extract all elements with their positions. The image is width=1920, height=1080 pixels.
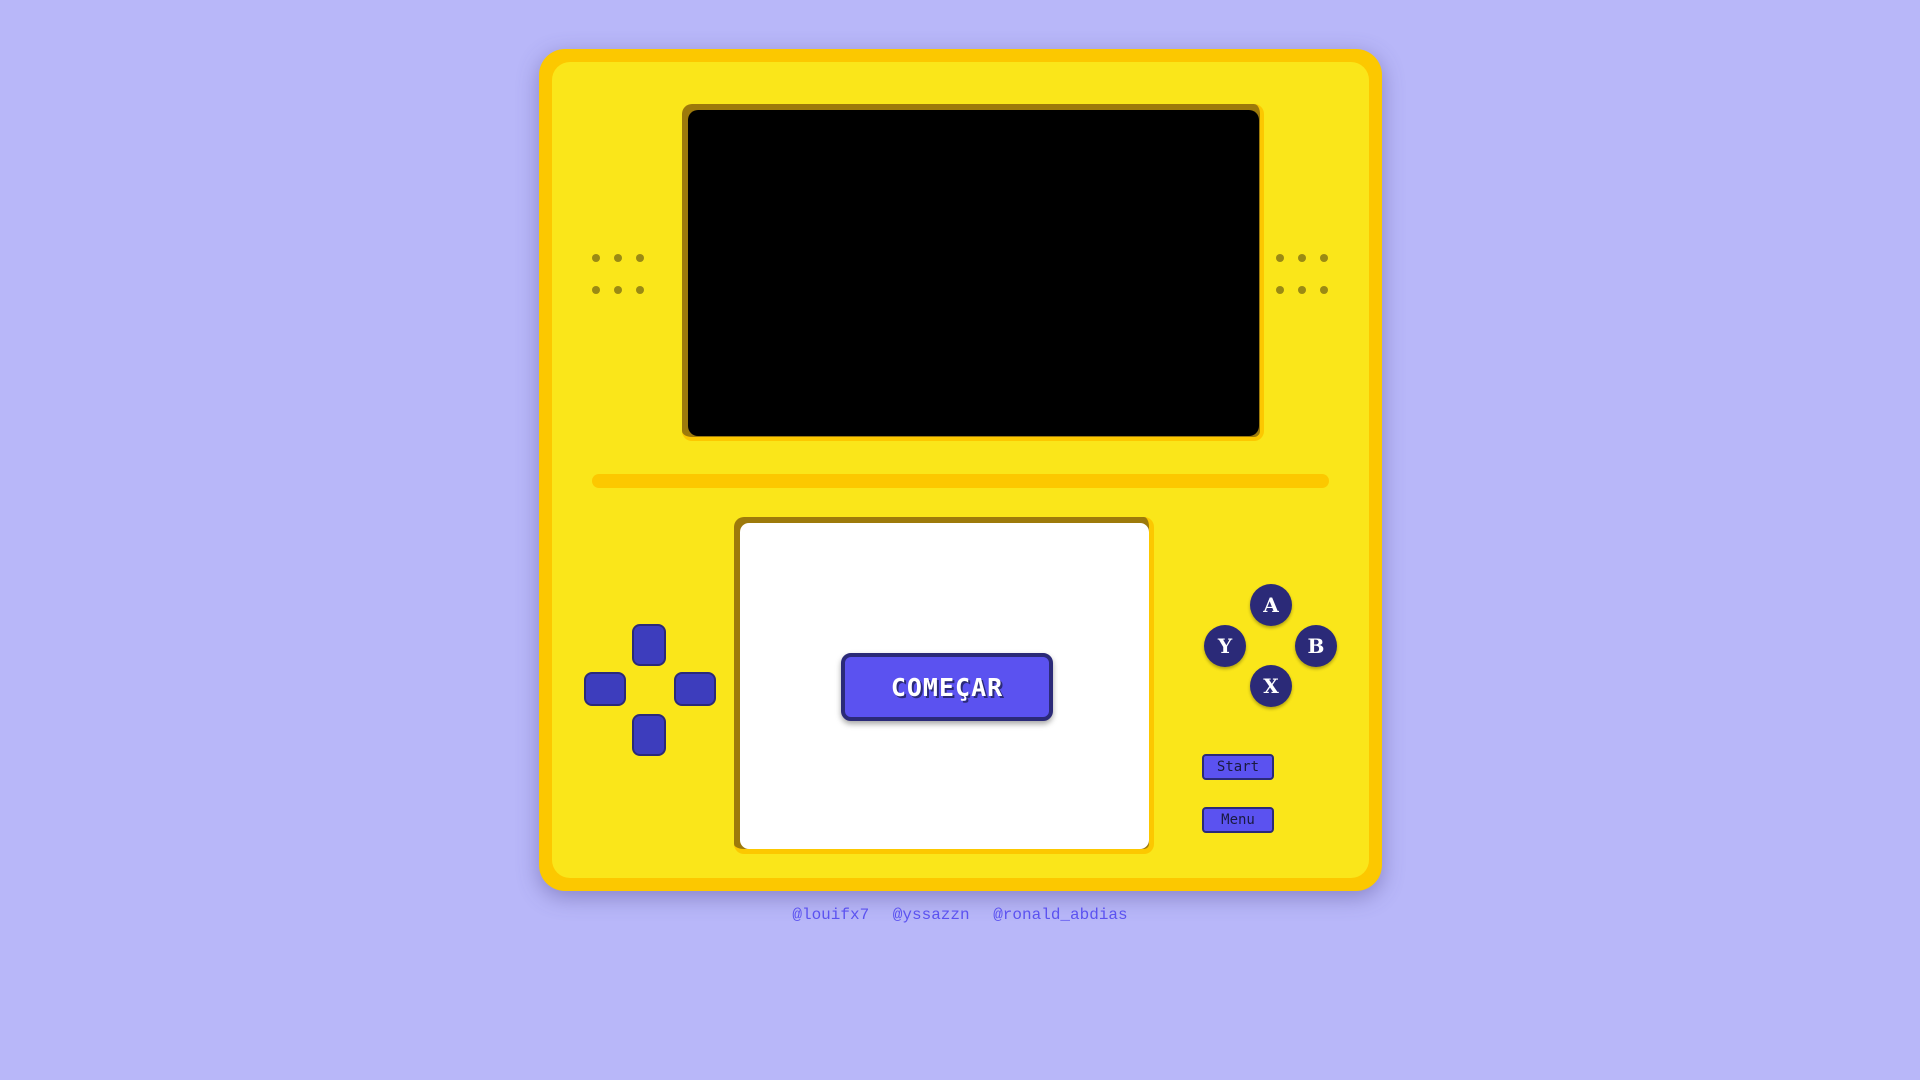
credits: @louifx7 @yssazzn @ronald_abdias xyxy=(0,906,1920,924)
handheld-console: COMEÇAR A Y B X Start Menu xyxy=(539,49,1382,891)
credit-link-yssazzn[interactable]: @yssazzn xyxy=(893,906,970,924)
start-game-button[interactable]: COMEÇAR xyxy=(841,653,1053,721)
left-speaker-grille xyxy=(592,254,652,298)
console-hinge xyxy=(592,474,1329,488)
menu-button[interactable]: Menu xyxy=(1202,807,1274,833)
credit-link-ronald-abdias[interactable]: @ronald_abdias xyxy=(993,906,1127,924)
credit-link-louifx7[interactable]: @louifx7 xyxy=(792,906,869,924)
right-speaker-grille xyxy=(1276,254,1336,298)
console-face: COMEÇAR A Y B X Start Menu xyxy=(552,62,1369,878)
bottom-screen-bezel: COMEÇAR xyxy=(734,517,1154,854)
b-button[interactable]: B xyxy=(1295,625,1337,667)
top-screen-bezel xyxy=(682,104,1264,441)
dpad-right-button[interactable] xyxy=(674,672,716,706)
start-button[interactable]: Start xyxy=(1202,754,1274,780)
dpad-up-button[interactable] xyxy=(632,624,666,666)
a-button[interactable]: A xyxy=(1250,584,1292,626)
top-screen xyxy=(688,110,1259,436)
x-button[interactable]: X xyxy=(1250,665,1292,707)
dpad-down-button[interactable] xyxy=(632,714,666,756)
bottom-touch-screen[interactable]: COMEÇAR xyxy=(740,523,1149,849)
y-button[interactable]: Y xyxy=(1204,625,1246,667)
dpad-left-button[interactable] xyxy=(584,672,626,706)
